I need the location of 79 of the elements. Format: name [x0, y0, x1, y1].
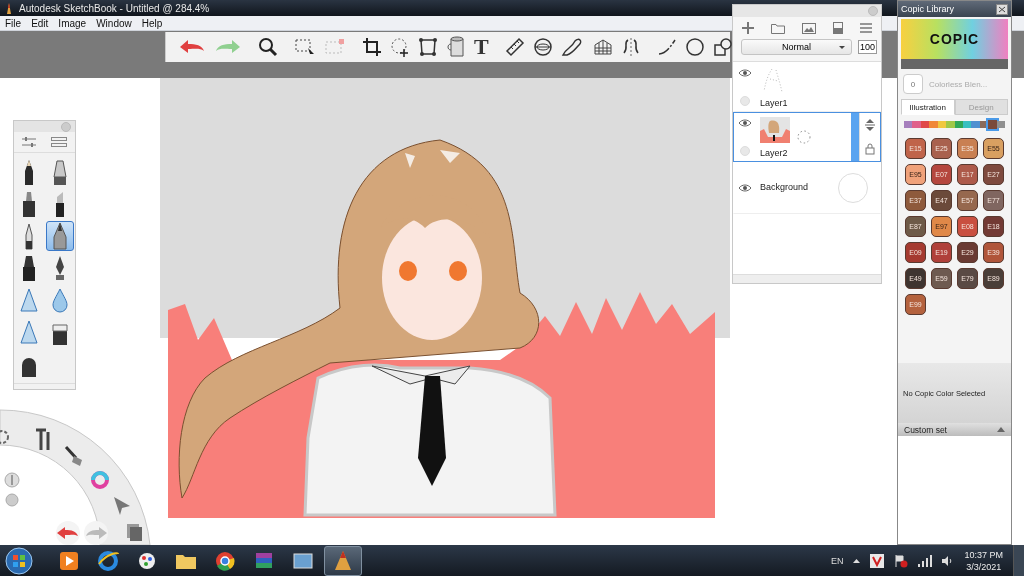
- image-icon[interactable]: [801, 22, 816, 34]
- layer-selection-bar: [851, 113, 859, 161]
- brush-tool[interactable]: [46, 221, 74, 252]
- opacity-field[interactable]: 100: [857, 40, 877, 54]
- blender-swatch[interactable]: 0: [903, 74, 923, 94]
- tools-icon[interactable]: [34, 428, 50, 452]
- custom-set-label: Custom set: [904, 424, 947, 435]
- shapes-icon[interactable]: [712, 37, 733, 57]
- library-tab[interactable]: Illustration: [901, 99, 955, 115]
- layer-row[interactable]: Layer2: [733, 112, 881, 162]
- copic-logo: COPIC: [901, 19, 1008, 59]
- eye-icon[interactable]: [739, 119, 751, 127]
- app-icon: [57, 549, 81, 572]
- custom-set-header[interactable]: Custom set: [898, 423, 1011, 436]
- flag-icon[interactable]: [894, 553, 909, 568]
- close-icon[interactable]: [996, 3, 1008, 15]
- clock[interactable]: 10:37 PM 3/3/2021: [964, 548, 1003, 573]
- eye-icon[interactable]: [739, 184, 751, 192]
- text-tool-icon[interactable]: T: [474, 36, 489, 58]
- circle-icon[interactable]: [684, 37, 705, 57]
- menu-item[interactable]: Help: [141, 17, 163, 29]
- layer-row[interactable]: Background: [733, 162, 881, 214]
- resize-handle[interactable]: [733, 274, 881, 283]
- loading-icon: [796, 129, 812, 145]
- clock-time: 10:37 PM: [964, 548, 1003, 561]
- symmetry-icon[interactable]: [620, 37, 641, 57]
- gear-icon[interactable]: [0, 430, 9, 444]
- search-icon[interactable]: [258, 37, 278, 57]
- sliders-icon[interactable]: [21, 136, 36, 149]
- crop-icon[interactable]: [362, 37, 382, 57]
- layer-name: Background: [760, 181, 809, 192]
- add-layer-icon[interactable]: [741, 22, 754, 34]
- crop-selection-icon: [324, 37, 346, 57]
- eye-icon[interactable]: [739, 69, 751, 77]
- lasso-icon[interactable]: [390, 37, 410, 57]
- move-layer-icon[interactable]: [865, 119, 875, 131]
- expand-icon[interactable]: [997, 427, 1005, 432]
- line-icon[interactable]: [656, 37, 677, 57]
- paintbrush-icon[interactable]: [64, 446, 82, 466]
- app-icon: [213, 549, 237, 572]
- lock-toggle[interactable]: [740, 96, 750, 106]
- menu-icon[interactable]: [860, 23, 873, 33]
- hue-family-chip[interactable]: [996, 121, 1006, 128]
- language-indicator[interactable]: EN: [830, 555, 844, 566]
- ruler-icon[interactable]: [504, 37, 525, 57]
- brush-puck-icon[interactable]: [4, 472, 20, 488]
- transform-icon[interactable]: [418, 37, 438, 57]
- selection-icon[interactable]: [294, 37, 316, 57]
- bucket-icon[interactable]: [446, 36, 466, 58]
- undo-icon[interactable]: [56, 521, 80, 545]
- caret-icon[interactable]: [853, 558, 861, 563]
- pencil-icon: [4, 2, 14, 14]
- layer-name: Layer1: [760, 98, 789, 108]
- folder-icon[interactable]: [770, 22, 785, 34]
- window-title: Autodesk SketchBook - Untitled @ 284.4%: [19, 2, 210, 14]
- layer-tone-icon[interactable]: [833, 22, 844, 34]
- menu-item[interactable]: Image: [58, 17, 87, 29]
- color-wheel-icon[interactable]: [91, 471, 109, 489]
- menu-item[interactable]: Edit: [31, 17, 49, 29]
- layers-icon[interactable]: [127, 524, 142, 541]
- signal-icon[interactable]: [918, 554, 933, 567]
- menu-item[interactable]: File: [5, 17, 22, 29]
- lock-toggle[interactable]: [740, 146, 750, 156]
- clock-date: 3/3/2021: [966, 560, 1002, 573]
- start-button[interactable]: [4, 545, 34, 576]
- cursor-arrow-icon[interactable]: [114, 497, 130, 515]
- brush-library-icon[interactable]: [51, 136, 68, 149]
- layer-name: Layer2: [760, 148, 789, 158]
- antivirus-icon[interactable]: [870, 553, 885, 568]
- background-color-swatch[interactable]: [838, 173, 868, 203]
- layer-lock-icon[interactable]: [865, 143, 875, 155]
- layer-thumbnail: [760, 117, 790, 143]
- app-icon: [96, 549, 120, 572]
- menu-item[interactable]: Window: [96, 17, 132, 29]
- ellipse-guide-icon[interactable]: [532, 37, 553, 57]
- blend-mode-dropdown[interactable]: Normal: [741, 39, 852, 55]
- blender-name: Colorless Blen...: [929, 79, 988, 89]
- perspective-icon[interactable]: [592, 37, 613, 57]
- panel-title: Copic Library: [901, 4, 955, 14]
